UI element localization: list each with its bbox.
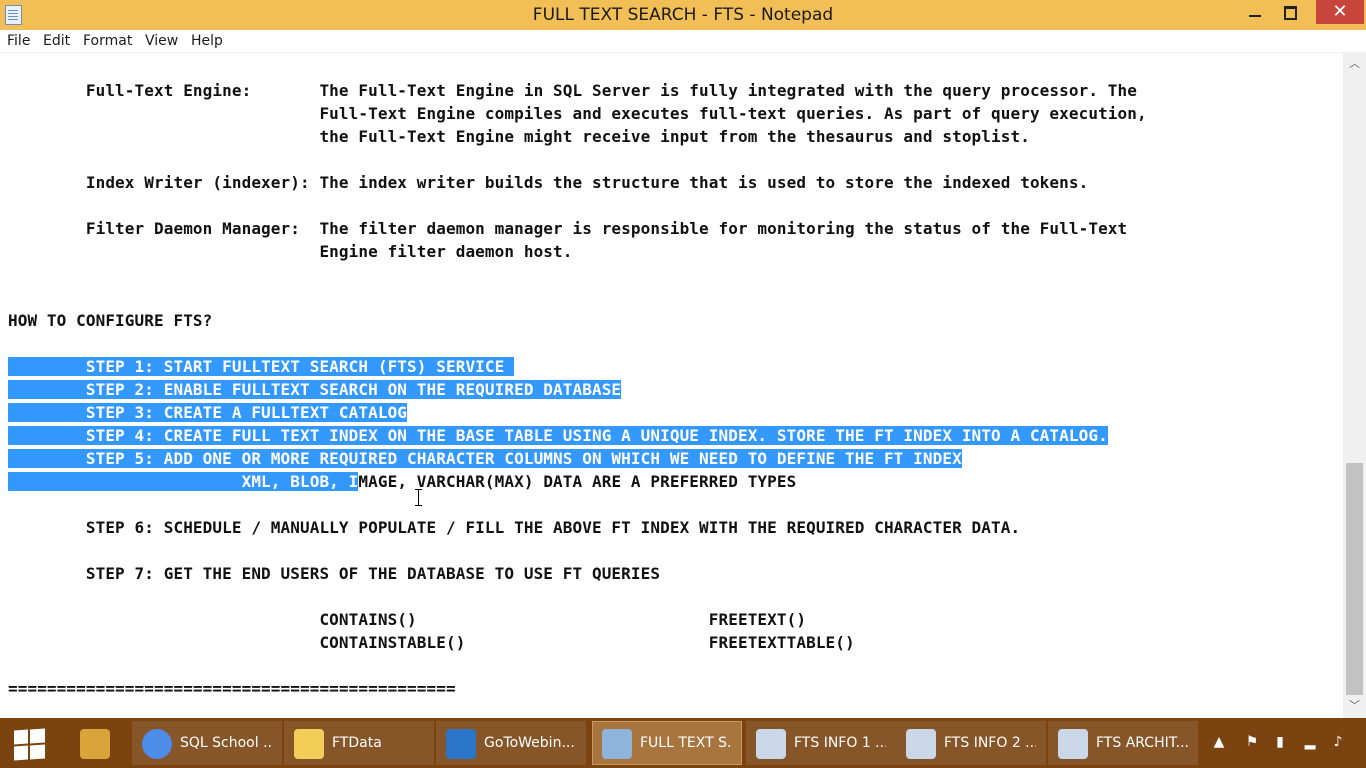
- volume-icon[interactable]: ♪: [1329, 734, 1347, 752]
- scroll-up-arrow-icon[interactable]: ︿: [1343, 55, 1366, 73]
- menu-format[interactable]: Format: [83, 33, 132, 49]
- window-title: FULL TEXT SEARCH - FTS - Notepad: [532, 5, 834, 25]
- text-line: STEP 3: CREATE A FULLTEXT CATALOG: [8, 401, 408, 424]
- taskbar-app-notepad[interactable]: FULL TEXT S...: [592, 721, 742, 765]
- close-icon: ✕: [1332, 1, 1348, 22]
- chrome-icon: [142, 729, 172, 759]
- text-line: Filter Daemon Manager: The filter daemon…: [8, 217, 1127, 240]
- taskbar-app-paint[interactable]: FTS INFO 2 ...: [896, 721, 1046, 765]
- taskbar-app-label: FTData: [332, 735, 382, 751]
- text-line: Engine filter daemon host.: [8, 240, 573, 263]
- line-text: Filter Daemon Manager: The filter daemon…: [8, 219, 1128, 238]
- menu-bar: File Edit Format View Help: [0, 30, 1366, 53]
- text-line: STEP 6: SCHEDULE / MANUALLY POPULATE / F…: [8, 516, 1020, 539]
- selected-text: STEP 5: ADD ONE OR MORE REQUIRED CHARACT…: [8, 449, 962, 468]
- menu-view[interactable]: View: [145, 33, 178, 49]
- scroll-thumb[interactable]: [1346, 463, 1363, 695]
- text-line: Full-Text Engine compiles and executes f…: [8, 102, 1147, 125]
- menu-file[interactable]: File: [7, 33, 30, 49]
- taskbar-app-label: FTS INFO 1 ...: [794, 735, 886, 751]
- line-text: Engine filter daemon host.: [8, 242, 573, 261]
- text-line: CONTAINSTABLE() FREETEXTTABLE(): [8, 631, 855, 654]
- text-line: STEP 2: ENABLE FULLTEXT SEARCH ON THE RE…: [8, 378, 622, 401]
- text-line: CONTAINS() FREETEXT(): [8, 608, 806, 631]
- gotowebinar-icon: [446, 729, 476, 759]
- i-beam-cursor: [415, 489, 422, 506]
- line-text: MAGE, VARCHAR(MAX) DATA ARE A PREFERRED …: [358, 472, 797, 491]
- text-editor[interactable]: Full-Text Engine: The Full-Text Engine i…: [0, 53, 1343, 718]
- text-line: XML, BLOB, IMAGE, VARCHAR(MAX) DATA ARE …: [8, 470, 796, 493]
- text-line: STEP 7: GET THE END USERS OF THE DATABAS…: [8, 562, 660, 585]
- taskbar-app-label: FTS ARCHIT...: [1096, 735, 1188, 751]
- line-text: Full-Text Engine compiles and executes f…: [8, 104, 1147, 123]
- text-line: ========================================…: [8, 677, 456, 700]
- scroll-down-arrow-icon[interactable]: ﹀: [1343, 697, 1366, 715]
- line-text: ========================================…: [8, 679, 456, 698]
- maximize-button[interactable]: [1272, 0, 1306, 26]
- vertical-scrollbar[interactable]: ︿ ﹀: [1343, 53, 1366, 718]
- close-button[interactable]: ✕: [1316, 0, 1364, 24]
- action-center-icon[interactable]: ⚑: [1243, 734, 1261, 752]
- line-text: STEP 6: SCHEDULE / MANUALLY POPULATE / F…: [8, 518, 1021, 537]
- taskbar-app-folder[interactable]: FTData: [284, 721, 434, 765]
- taskbar-app-label: FTS INFO 2 ...: [944, 735, 1036, 751]
- line-text: Full-Text Engine: The Full-Text Engine i…: [8, 81, 1138, 100]
- line-text: HOW TO CONFIGURE FTS?: [8, 311, 213, 330]
- line-text: Index Writer (indexer): The index writer…: [8, 173, 1089, 192]
- minimize-button[interactable]: [1238, 0, 1272, 26]
- start-button[interactable]: [10, 726, 46, 761]
- text-line: HOW TO CONFIGURE FTS?: [8, 309, 212, 332]
- text-line: Index Writer (indexer): The index writer…: [8, 171, 1088, 194]
- text-line: the Full-Text Engine might receive input…: [8, 125, 1030, 148]
- taskbar-app-label: FULL TEXT S...: [640, 735, 732, 751]
- selected-text: STEP 2: ENABLE FULLTEXT SEARCH ON THE RE…: [8, 380, 622, 399]
- selected-text: XML, BLOB, I: [8, 472, 359, 491]
- paint-icon: [906, 729, 936, 759]
- taskbar-app-paint[interactable]: FTS INFO 1 ...: [746, 721, 896, 765]
- selected-text: STEP 4: CREATE FULL TEXT INDEX ON THE BA…: [8, 426, 1108, 445]
- line-text: CONTAINS() FREETEXT(): [8, 610, 807, 629]
- selected-text: STEP 3: CREATE A FULLTEXT CATALOG: [8, 403, 408, 422]
- tools-icon: [80, 729, 110, 759]
- system-tray: ▲ ⚑ ▮ ▂ ♪: [1205, 718, 1366, 768]
- selected-text: STEP 1: START FULLTEXT SEARCH (FTS) SERV…: [8, 357, 515, 376]
- text-line: STEP 5: ADD ONE OR MORE REQUIRED CHARACT…: [8, 447, 962, 470]
- taskbar-app-chrome[interactable]: SQL School ...: [132, 721, 282, 765]
- notepad-icon: [602, 729, 632, 759]
- show-hidden-icons-icon[interactable]: ▲: [1210, 734, 1228, 752]
- taskbar-app-label: GoToWebin...: [484, 735, 575, 751]
- power-icon[interactable]: ▮: [1271, 734, 1289, 752]
- folder-icon: [294, 729, 324, 759]
- menu-edit[interactable]: Edit: [43, 33, 70, 49]
- taskbar-app-paint[interactable]: FTS ARCHIT...: [1048, 721, 1198, 765]
- network-icon[interactable]: ▂: [1301, 734, 1319, 752]
- taskbar-app-label: SQL School ...: [180, 735, 272, 751]
- title-bar[interactable]: FULL TEXT SEARCH - FTS - Notepad ✕: [0, 0, 1366, 30]
- line-text: the Full-Text Engine might receive input…: [8, 127, 1030, 146]
- text-line: Full-Text Engine: The Full-Text Engine i…: [8, 79, 1137, 102]
- paint-icon: [1058, 729, 1088, 759]
- line-text: CONTAINSTABLE() FREETEXTTABLE(): [8, 633, 855, 652]
- line-text: STEP 7: GET THE END USERS OF THE DATABAS…: [8, 564, 661, 583]
- text-line: STEP 4: CREATE FULL TEXT INDEX ON THE BA…: [8, 424, 1108, 447]
- paint-icon: [756, 729, 786, 759]
- text-line: STEP 1: START FULLTEXT SEARCH (FTS) SERV…: [8, 355, 515, 378]
- taskbar-app-gotowebinar[interactable]: GoToWebin...: [436, 721, 586, 765]
- menu-help[interactable]: Help: [191, 33, 223, 49]
- taskbar: SQL School ... FTData GoToWebin... FULL TEX…: [0, 718, 1366, 768]
- taskbar-app-tools[interactable]: [70, 721, 126, 765]
